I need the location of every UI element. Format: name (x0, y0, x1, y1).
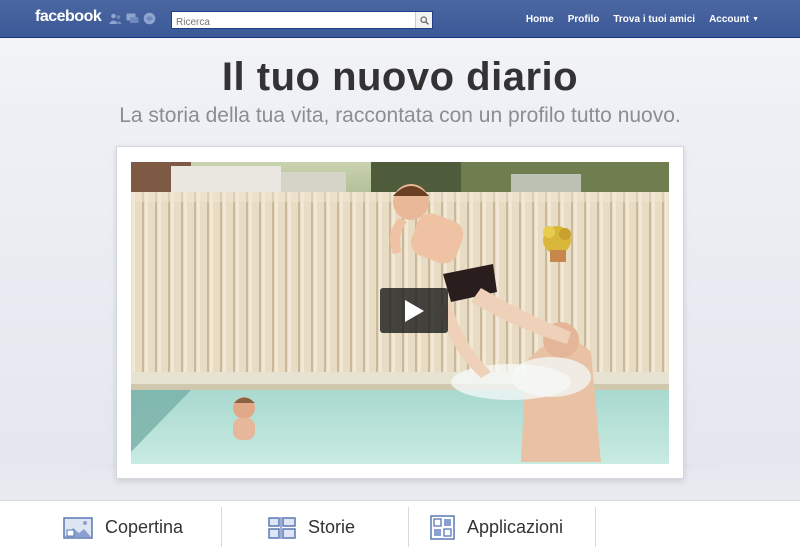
chevron-down-icon: ▼ (752, 15, 759, 23)
cover-photo-icon (63, 516, 93, 539)
search-input[interactable] (172, 14, 415, 31)
feature-cover[interactable]: Copertina (63, 501, 183, 553)
search-box (171, 11, 433, 31)
nav-profile[interactable]: Profilo (561, 14, 607, 25)
page-title: Il tuo nuovo diario (221, 55, 579, 99)
video-thumbnail[interactable] (131, 162, 669, 464)
feature-divider (408, 507, 409, 547)
play-icon (405, 299, 424, 322)
nav-find-friends[interactable]: Trova i tuoi amici (606, 14, 702, 25)
nav-account-label: Account (709, 13, 750, 25)
search-icon (419, 15, 429, 25)
apps-icon (430, 515, 455, 540)
play-button[interactable] (380, 288, 448, 333)
feature-divider (595, 507, 596, 547)
jewel-icons (109, 12, 156, 25)
feature-cover-label: Copertina (105, 517, 184, 537)
top-nav: Home Profilo Trova i tuoi amici Account ▼ (519, 0, 766, 38)
feature-stories-label: Storie (308, 517, 356, 537)
feature-divider (221, 507, 222, 547)
feature-apps-label: Applicazioni (467, 517, 564, 537)
feature-bar: Copertina Storie Applicazioni (0, 500, 800, 553)
page-subtitle: La storia della tua vita, raccontata con… (119, 104, 681, 127)
nav-account[interactable]: Account ▼ (702, 14, 766, 25)
stories-icon (268, 516, 296, 539)
feature-stories[interactable]: Storie (268, 501, 355, 553)
top-bar: facebook Home Profilo Trova i tuoi am (0, 0, 800, 38)
friend-requests-icon[interactable] (109, 12, 122, 25)
search-button[interactable] (415, 12, 432, 28)
video-frame (116, 146, 684, 479)
feature-apps[interactable]: Applicazioni (430, 501, 563, 553)
nav-home[interactable]: Home (519, 14, 561, 25)
facebook-logo[interactable]: facebook (35, 8, 102, 26)
messages-icon[interactable] (126, 12, 139, 25)
notifications-icon[interactable] (143, 12, 156, 25)
